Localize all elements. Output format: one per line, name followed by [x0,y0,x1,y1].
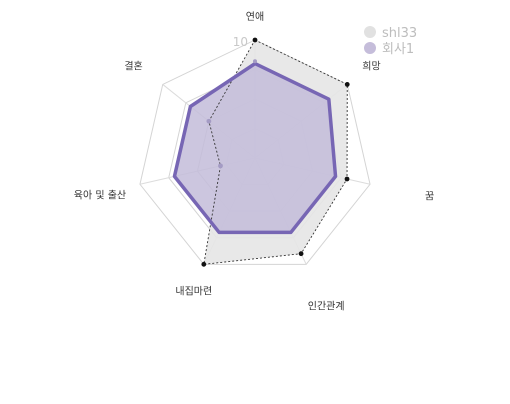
axis-label-1: 희망 [362,60,380,72]
point-shl33-1 [344,82,350,87]
legend-swatch [364,42,376,54]
point-shl33-5 [218,163,223,169]
point-shl33-0 [252,37,258,43]
legend[interactable]: shl33회사1 [364,26,417,57]
legend-label: shl33 [382,26,417,41]
point-shl33-6 [206,118,212,124]
series-layer [172,37,350,267]
axis-label-3: 인간관계 [308,300,345,312]
legend-item-1[interactable]: 회사1 [364,42,414,57]
point-shl33-4 [201,261,207,267]
axis-label-4: 내집마련 [175,285,212,297]
radar-chart: 10 연애희망꿈인간관계 내집마련 육아 및 출산 결혼 shl33 회사1 [0,0,510,400]
axis-label-6: 결혼 [124,59,142,72]
point-shl33-2 [344,176,350,182]
legend-swatch [364,26,376,38]
legend-label: 회사1 [382,42,414,57]
axis-label-2: 꿈 [425,190,434,202]
radar-svg: 10 연애희망꿈인간관계 내집마련 육아 및 출산 결혼 shl33회사1 [74,11,434,312]
tick-label: 10 [233,35,248,49]
axis-label-0: 연애 [246,11,264,23]
point-shl33-3 [298,251,304,257]
point-inner-top [253,59,257,64]
axis-label-5: 육아 및 출산 [74,189,126,201]
legend-item-0[interactable]: shl33 [364,26,417,41]
